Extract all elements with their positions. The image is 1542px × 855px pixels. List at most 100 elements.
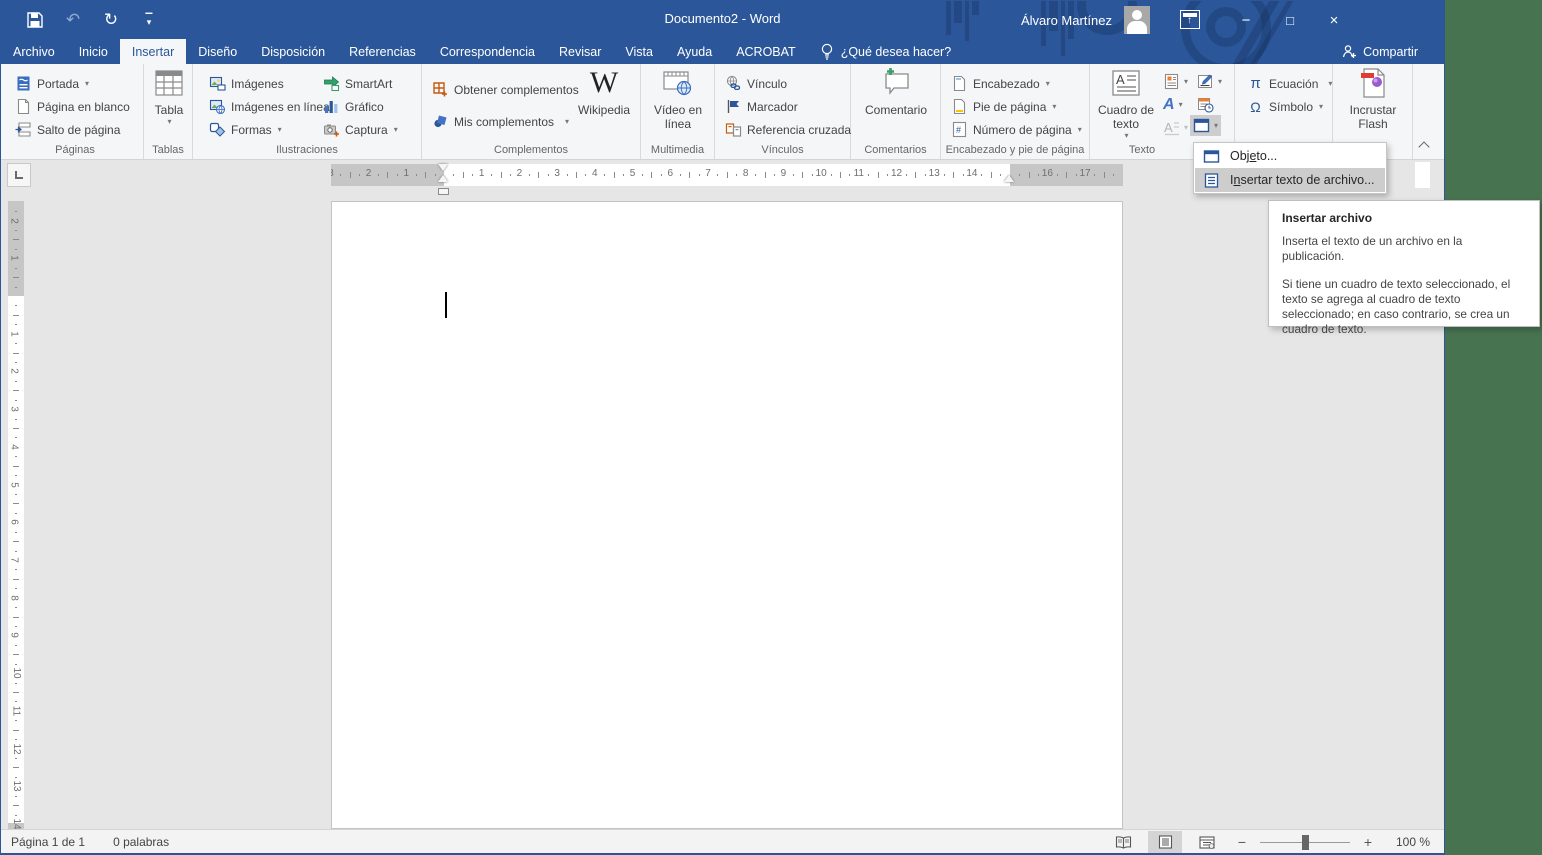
cross-reference-button[interactable]: Referencia cruzada <box>723 119 853 140</box>
drop-cap-button[interactable]: A ▾ <box>1160 117 1191 138</box>
embed-flash-button[interactable]: Incrustar Flash <box>1343 67 1403 131</box>
chart-button[interactable]: Gráfico <box>321 96 386 117</box>
table-icon <box>153 67 185 99</box>
header-icon <box>951 75 968 92</box>
tab-correspondencia[interactable]: Correspondencia <box>428 39 547 64</box>
screenshot-button[interactable]: Captura▾ <box>321 119 400 140</box>
tab-archivo[interactable]: Archivo <box>1 39 67 64</box>
tab-insertar[interactable]: Insertar <box>120 39 186 64</box>
tell-me-box[interactable]: ¿Qué desea hacer? <box>808 39 964 64</box>
word-count[interactable]: 0 palabras <box>113 835 169 849</box>
table-button[interactable]: Tabla ▾ <box>152 67 186 126</box>
ruler-vnum: 8 <box>8 595 19 601</box>
avatar[interactable] <box>1124 6 1150 34</box>
my-addins-button[interactable]: Mis complementos▾ <box>430 111 571 132</box>
tab-selector[interactable] <box>7 163 31 187</box>
left-indent-marker[interactable] <box>438 188 449 195</box>
get-addins-label: Obtener complementos <box>454 83 579 97</box>
ruler-rnum: 5 <box>630 168 636 179</box>
ruler-vdot <box>15 494 17 495</box>
vertical-ruler[interactable]: 211234567891011121314 <box>8 201 24 829</box>
collapse-ribbon-button[interactable] <box>1416 139 1434 153</box>
wikipedia-button[interactable]: W Wikipedia <box>574 67 634 117</box>
ruler-vdot <box>15 343 17 344</box>
cover-page-button[interactable]: Portada▾ <box>13 73 91 94</box>
images-icon <box>209 75 226 92</box>
ruler-vnum: 1 <box>8 331 19 337</box>
tab-vista[interactable]: Vista <box>613 39 665 64</box>
close-button[interactable]: × <box>1312 1 1356 39</box>
status-bar: Página 1 de 1 0 palabras <box>1 829 1444 854</box>
tab-referencias[interactable]: Referencias <box>337 39 428 64</box>
zoom-slider-thumb[interactable] <box>1302 835 1309 850</box>
tab-disposicion[interactable]: Disposición <box>249 39 337 64</box>
page-indicator[interactable]: Página 1 de 1 <box>11 835 85 849</box>
tab-inicio[interactable]: Inicio <box>67 39 120 64</box>
images-button[interactable]: Imágenes <box>207 73 286 94</box>
tab-acrobat[interactable]: ACROBAT <box>724 39 808 64</box>
ribbon-display-options-icon[interactable] <box>1180 10 1200 29</box>
page-break-button[interactable]: Salto de página <box>13 119 122 140</box>
group-comentarios: Comentario Comentarios <box>851 64 941 159</box>
right-indent-marker[interactable] <box>1004 175 1014 182</box>
tab-revisar[interactable]: Revisar <box>547 39 613 64</box>
get-addins-button[interactable]: Obtener complementos <box>430 79 581 100</box>
online-images-button[interactable]: Imágenes en línea <box>207 96 332 117</box>
ruler-rnum: 10 <box>816 168 827 179</box>
status-left: Página 1 de 1 0 palabras <box>1 835 169 849</box>
object-button[interactable]: ▾ <box>1190 115 1221 136</box>
blank-page-button[interactable]: Página en blanco <box>13 96 132 117</box>
first-line-indent-marker[interactable] <box>438 164 448 171</box>
chevron-down-icon: ▾ <box>565 117 569 126</box>
tab-diseno[interactable]: Diseño <box>186 39 249 64</box>
symbol-button[interactable]: Ω Símbolo▾ <box>1245 96 1325 117</box>
equation-button[interactable]: π Ecuación▾ <box>1245 73 1334 94</box>
hanging-indent-marker[interactable] <box>438 175 448 182</box>
text-box-button[interactable]: A Cuadro de texto ▾ <box>1096 67 1156 140</box>
ruler-rdot <box>378 174 379 176</box>
maximize-button[interactable]: □ <box>1268 1 1312 39</box>
shapes-button[interactable]: Formas▾ <box>207 119 284 140</box>
chevron-down-icon: ▾ <box>1184 123 1188 132</box>
print-layout-button[interactable] <box>1148 831 1182 854</box>
footer-button[interactable]: Pie de página▾ <box>949 96 1058 117</box>
page-number-button[interactable]: # Número de página▾ <box>949 119 1084 140</box>
ruler-vdot <box>15 513 17 514</box>
ruler-rdot <box>736 174 737 176</box>
share-button[interactable]: Compartir <box>1342 39 1418 64</box>
signature-line-button[interactable]: ▾ <box>1194 71 1225 92</box>
drop-cap-icon: A <box>1163 119 1180 136</box>
menu-item-objeto[interactable]: Objeto... <box>1195 144 1385 168</box>
ruler-vtick <box>13 654 19 655</box>
group-label-multimedia: Multimedia <box>641 144 714 156</box>
wordart-button[interactable]: A ▾ <box>1160 94 1186 115</box>
datetime-button[interactable] <box>1194 94 1217 115</box>
read-mode-button[interactable] <box>1106 831 1140 854</box>
ruler-rdot <box>1113 174 1114 176</box>
smartart-button[interactable]: SmartArt <box>321 73 394 94</box>
user-area[interactable]: Álvaro Martínez <box>1021 1 1150 39</box>
scrollbar-top[interactable] <box>1415 162 1430 188</box>
ruler-rdot <box>623 174 624 176</box>
ruler-vdot <box>15 475 17 476</box>
ruler-rdot <box>529 174 530 176</box>
ruler-rnum: 1 <box>479 168 485 179</box>
chevron-down-icon: ▾ <box>278 125 282 134</box>
zoom-in-button[interactable]: + <box>1358 834 1378 850</box>
quick-parts-button[interactable]: ▾ <box>1160 71 1191 92</box>
minimize-button[interactable]: − <box>1224 1 1268 39</box>
online-video-button[interactable]: Vídeo en línea <box>652 67 704 131</box>
comment-button[interactable]: Comentario <box>859 67 933 117</box>
zoom-level[interactable]: 100 % <box>1386 835 1430 849</box>
link-button[interactable]: Vínculo <box>723 73 789 94</box>
menu-item-insertar-texto[interactable]: Insertar texto de archivo... <box>1195 168 1385 192</box>
document-page[interactable] <box>331 201 1123 829</box>
zoom-slider[interactable] <box>1260 842 1350 843</box>
ruler-rdot <box>359 174 360 176</box>
ruler-rdot <box>1076 174 1077 176</box>
bookmark-button[interactable]: Marcador <box>723 96 800 117</box>
zoom-out-button[interactable]: − <box>1232 834 1252 850</box>
header-button[interactable]: Encabezado▾ <box>949 73 1052 94</box>
web-layout-button[interactable] <box>1190 831 1224 854</box>
tab-ayuda[interactable]: Ayuda <box>665 39 724 64</box>
